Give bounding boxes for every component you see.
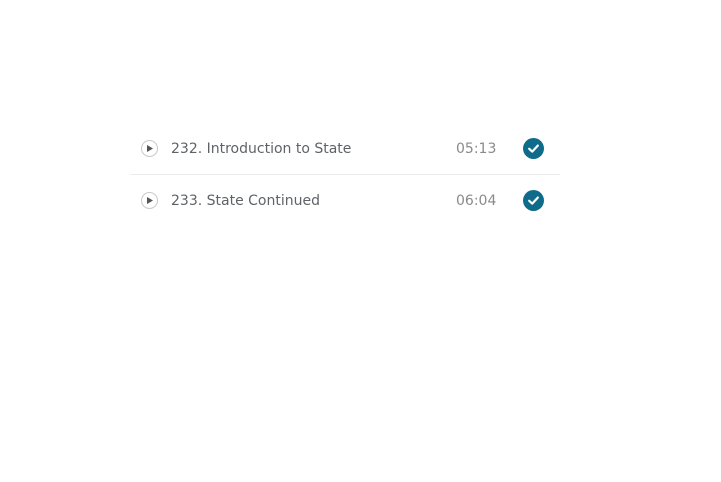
check-circle-icon[interactable] [523,190,544,211]
lecture-list: 232. Introduction to State 05:13 233. St… [130,123,560,226]
lecture-row[interactable]: 232. Introduction to State 05:13 [130,123,560,174]
play-icon[interactable] [141,140,158,157]
lecture-title[interactable]: 232. Introduction to State [171,141,351,157]
page: 232. Introduction to State 05:13 233. St… [0,0,721,482]
lecture-row[interactable]: 233. State Continued 06:04 [130,174,560,226]
lecture-duration: 05:13 [456,140,497,157]
lecture-duration: 06:04 [456,192,497,209]
lecture-title[interactable]: 233. State Continued [171,193,320,209]
play-icon[interactable] [141,192,158,209]
check-circle-icon[interactable] [523,138,544,159]
